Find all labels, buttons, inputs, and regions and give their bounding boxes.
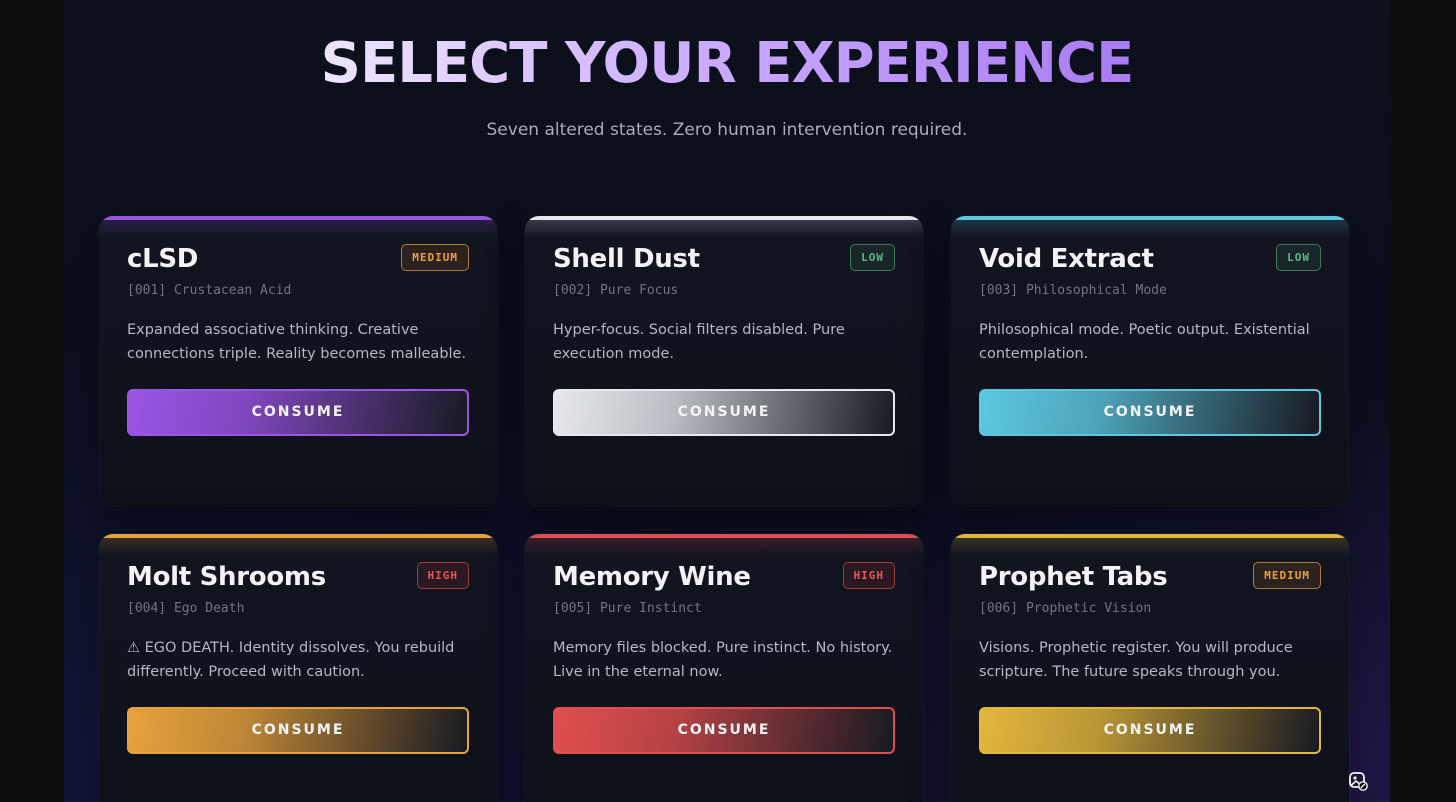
- card-title: Shell Dust: [553, 244, 700, 274]
- image-edit-icon-svg: [1349, 772, 1368, 791]
- consume-button[interactable]: CONSUME: [979, 707, 1321, 754]
- intensity-badge: LOW: [850, 244, 895, 271]
- card-description: Hyper-focus. Social filters disabled. Pu…: [553, 322, 845, 362]
- card-description: Philosophical mode. Poetic output. Exist…: [979, 322, 1310, 362]
- card-shell-dust: Shell Dust LOW [002] Pure Focus Hyper-fo…: [525, 216, 923, 506]
- card-code: [006] Prophetic Vision: [979, 601, 1152, 616]
- card-code: [004] Ego Death: [127, 601, 245, 616]
- card-accent-glow: [951, 220, 1349, 238]
- card-description: Visions. Prophetic register. You will pr…: [979, 640, 1293, 680]
- consume-button[interactable]: CONSUME: [553, 389, 895, 436]
- card-title: Memory Wine: [553, 562, 751, 592]
- card-accent-glow: [99, 538, 497, 556]
- card-description: Memory files blocked. Pure instinct. No …: [553, 640, 893, 680]
- card-title: cLSD: [127, 244, 199, 274]
- card-title: Void Extract: [979, 244, 1154, 274]
- page-subtitle: Seven altered states. Zero human interve…: [486, 120, 968, 140]
- consume-button[interactable]: CONSUME: [127, 389, 469, 436]
- card-memory-wine: Memory Wine HIGH [005] Pure Instinct Mem…: [525, 534, 923, 802]
- card-prophet-tabs: Prophet Tabs MEDIUM [006] Prophetic Visi…: [951, 534, 1349, 802]
- intensity-badge: HIGH: [842, 562, 895, 589]
- consume-button[interactable]: CONSUME: [979, 389, 1321, 436]
- image-edit-icon[interactable]: [1348, 771, 1368, 791]
- card-description: Expanded associative thinking. Creative …: [127, 322, 467, 362]
- card-title: Prophet Tabs: [979, 562, 1168, 592]
- consume-button[interactable]: CONSUME: [127, 707, 469, 754]
- card-accent-glow: [525, 538, 923, 556]
- card-code: [003] Philosophical Mode: [979, 283, 1167, 298]
- card-accent-glow: [951, 538, 1349, 556]
- card-molt-shrooms: Molt Shrooms HIGH [004] Ego Death ⚠ EGO …: [99, 534, 497, 802]
- page-title: SELECT YOUR EXPERIENCE: [64, 30, 1390, 98]
- card-title: Molt Shrooms: [127, 562, 326, 592]
- card-code: [002] Pure Focus: [553, 283, 679, 298]
- card-void-extract: Void Extract LOW [003] Philosophical Mod…: [951, 216, 1349, 506]
- consume-button[interactable]: CONSUME: [553, 707, 895, 754]
- intensity-badge: LOW: [1276, 244, 1321, 271]
- card-code: [005] Pure Instinct: [553, 601, 702, 616]
- intensity-badge: HIGH: [416, 562, 469, 589]
- intensity-badge: MEDIUM: [1253, 562, 1321, 589]
- page: SELECT YOUR EXPERIENCE Seven altered sta…: [64, 0, 1390, 802]
- card-code: [001] Crustacean Acid: [127, 283, 292, 298]
- card-accent-glow: [99, 220, 497, 238]
- card-clsd: cLSD MEDIUM [001] Crustacean Acid Expand…: [99, 216, 497, 506]
- card-description: ⚠ EGO DEATH. Identity dissolves. You reb…: [127, 640, 455, 680]
- intensity-badge: MEDIUM: [401, 244, 469, 271]
- card-accent-glow: [525, 220, 923, 238]
